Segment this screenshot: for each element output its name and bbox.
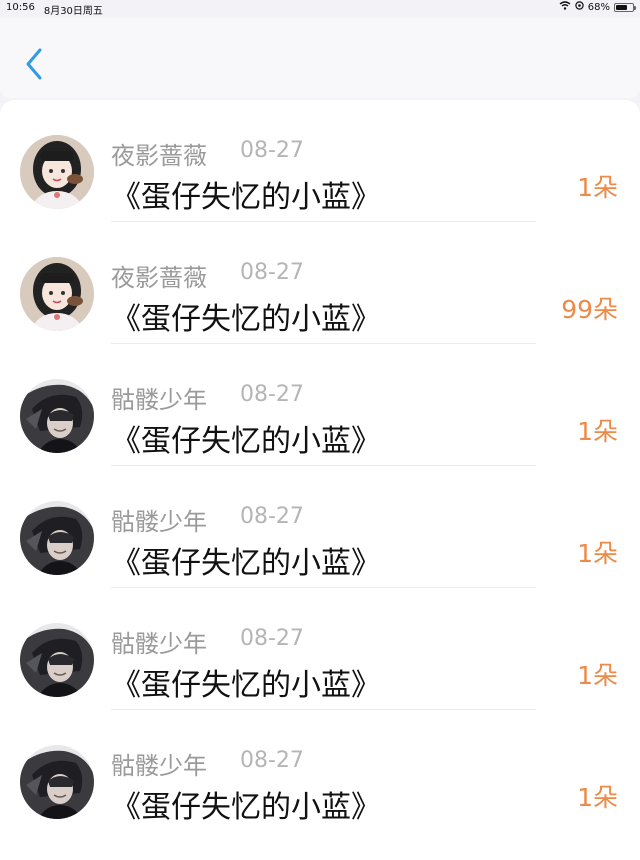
avatar[interactable]	[20, 501, 94, 575]
avatar[interactable]	[20, 257, 94, 331]
battery-percent: 68%	[587, 1, 610, 13]
list-item[interactable]: 骷髅少年 08-27 《蛋仔失忆的小蓝》 1朵	[0, 588, 640, 710]
gift-date: 08-27	[240, 138, 304, 163]
work-title: 《蛋仔失忆的小蓝》	[111, 546, 381, 581]
flower-count: 1朵	[577, 417, 618, 446]
avatar[interactable]	[20, 623, 94, 697]
sender-name: 骷髅少年	[111, 508, 207, 536]
list-item[interactable]: 夜影蔷薇 08-27 《蛋仔失忆的小蓝》 99朵	[0, 222, 640, 344]
avatar[interactable]	[20, 379, 94, 453]
work-title: 《蛋仔失忆的小蓝》	[111, 790, 381, 825]
status-left: 10:56 8月30日周五	[6, 2, 103, 17]
list-item[interactable]: 骷髅少年 08-27 《蛋仔失忆的小蓝》 1朵	[0, 710, 640, 832]
battery-icon	[614, 2, 636, 12]
avatar[interactable]	[20, 135, 94, 209]
work-title: 《蛋仔失忆的小蓝》	[111, 424, 381, 459]
avatar[interactable]	[20, 745, 94, 819]
flower-count: 99朵	[561, 295, 618, 324]
gift-list: 夜影蔷薇 08-27 《蛋仔失忆的小蓝》 1朵 夜影蔷薇 08-27 《蛋仔失忆…	[0, 100, 640, 860]
gift-date: 08-27	[240, 260, 304, 285]
gift-date: 08-27	[240, 382, 304, 407]
work-title: 《蛋仔失忆的小蓝》	[111, 302, 381, 337]
sender-name: 骷髅少年	[111, 386, 207, 414]
battery-fill	[616, 4, 627, 10]
chevron-left-icon	[26, 48, 42, 80]
status-right: 68%	[559, 1, 636, 13]
sender-name: 夜影蔷薇	[111, 142, 207, 170]
list-item[interactable]: 骷髅少年 08-27 《蛋仔失忆的小蓝》 1朵	[0, 466, 640, 588]
flower-count: 1朵	[577, 661, 618, 690]
work-title: 《蛋仔失忆的小蓝》	[111, 668, 381, 703]
flower-count: 1朵	[577, 783, 618, 812]
sender-name: 骷髅少年	[111, 752, 207, 780]
work-title: 《蛋仔失忆的小蓝》	[111, 180, 381, 215]
gift-date: 08-27	[240, 748, 304, 773]
flower-count: 1朵	[577, 173, 618, 202]
list-item[interactable]: 夜影蔷薇 08-27 《蛋仔失忆的小蓝》 1朵	[0, 100, 640, 222]
sender-name: 骷髅少年	[111, 630, 207, 658]
status-bar: 10:56 8月30日周五 68%	[0, 0, 640, 17]
gift-date: 08-27	[240, 626, 304, 651]
orientation-lock-icon	[575, 1, 584, 13]
list-item[interactable]: 骷髅少年 08-27 《蛋仔失忆的小蓝》 1朵	[0, 344, 640, 466]
status-date: 8月30日周五	[43, 6, 103, 17]
flower-count: 1朵	[577, 539, 618, 568]
status-time: 10:56	[6, 2, 35, 13]
nav-bar	[0, 18, 640, 98]
wifi-icon	[559, 1, 571, 13]
sender-name: 夜影蔷薇	[111, 264, 207, 292]
gift-date: 08-27	[240, 504, 304, 529]
back-button[interactable]	[20, 44, 48, 84]
